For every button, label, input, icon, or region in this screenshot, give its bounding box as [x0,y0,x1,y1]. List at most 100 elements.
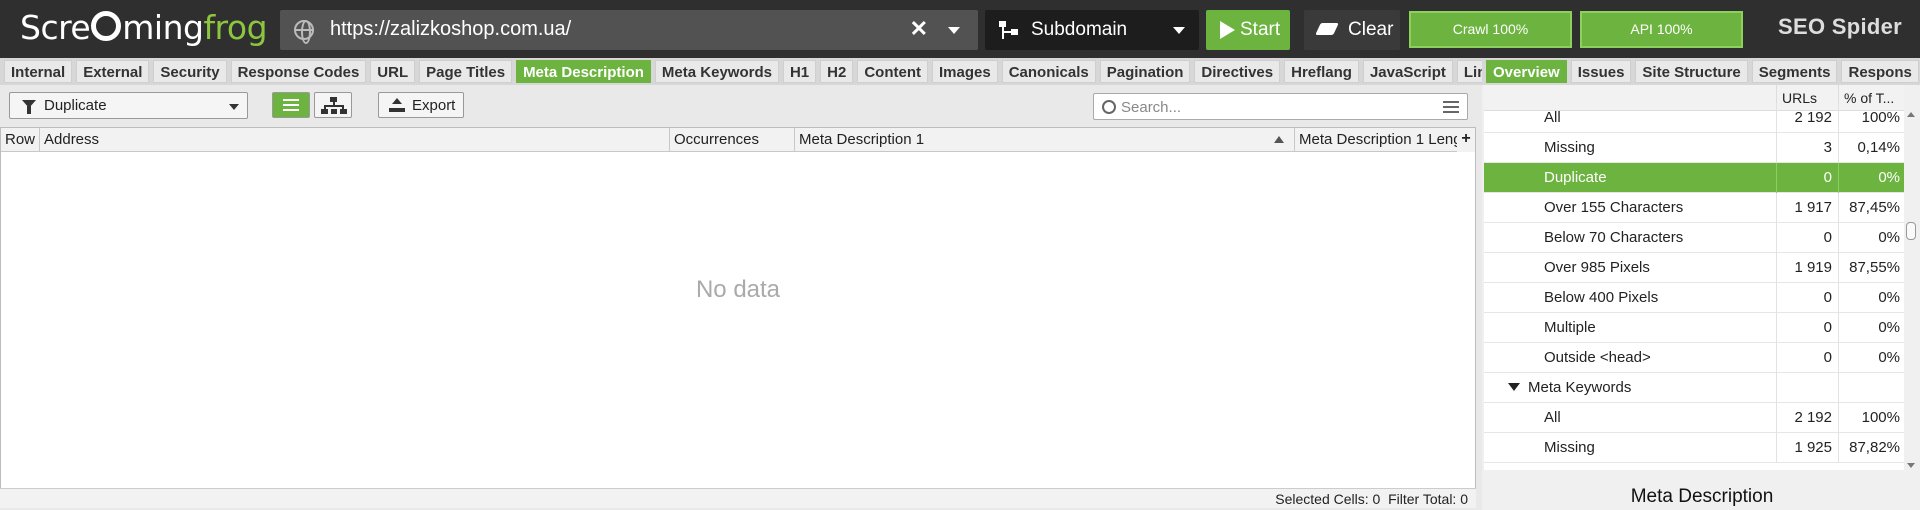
filter-dropdown[interactable]: Duplicate [9,92,248,119]
tab-h2[interactable]: H2 [820,60,854,83]
overview-row[interactable]: Below 400 Pixels 0 0% [1484,283,1904,313]
logo-text: Scre [20,8,91,47]
column-header-address[interactable]: Address [40,128,670,152]
overview-row-label: Over 155 Characters [1544,193,1683,223]
brand-label: SEO Spider [1778,14,1903,39]
overview-row-urls: 1 925 [1776,433,1838,463]
tab-security[interactable]: Security [153,60,227,83]
overview-group-row[interactable]: Meta Keywords [1484,373,1904,403]
clear-url-icon[interactable]: ✕ [910,16,928,42]
export-label: Export [412,97,456,114]
start-button[interactable]: Start [1206,10,1290,50]
crawl-mode-label: Subdomain [1031,19,1128,40]
tab-javascript[interactable]: JavaScript [1362,60,1453,83]
overview-row-percent: 87,82% [1838,433,1904,463]
overview-row-urls: 3 [1776,133,1838,163]
column-header-meta-description[interactable]: Meta Description 1 [795,128,1295,152]
overview-row-percent: 0,14% [1838,133,1904,163]
app-logo: Scre mingfrog [20,8,268,48]
add-column-button[interactable]: + [1457,128,1475,152]
tab-pagination[interactable]: Pagination [1099,60,1191,83]
globe-icon [294,20,314,44]
overview-row[interactable]: Multiple 0 0% [1484,313,1904,343]
tab-h1[interactable]: H1 [782,60,817,83]
overview-row-label: Duplicate [1544,163,1607,193]
right-tab-site-structure[interactable]: Site Structure [1635,60,1748,83]
overview-row-label: All [1544,103,1561,133]
overview-row-label: Missing [1544,433,1595,463]
upload-icon [389,98,405,112]
filter-icon [22,100,36,114]
overview-row-text: Below 70 Characters [1544,229,1684,246]
search-input[interactable]: Search... [1093,93,1468,120]
tab-hreflang[interactable]: Hreflang [1284,60,1359,83]
main-tab-bar: Internal External Security Response Codes UR… [0,58,1482,85]
tab-content[interactable]: Content [857,60,928,83]
column-header-meta-description-length[interactable]: Meta Description 1 Leng [1295,128,1457,152]
overview-row-text: Missing [1544,439,1595,456]
tab-internal[interactable]: Internal [4,60,73,83]
tab-directives[interactable]: Directives [1194,60,1281,83]
tab-meta-description[interactable]: Meta Description [516,60,651,83]
tab-canonicals[interactable]: Canonicals [1001,60,1096,83]
overview-row-percent: 0% [1838,343,1904,373]
tab-response-codes[interactable]: Response Codes [230,60,367,83]
expand-triangle-icon[interactable] [1508,383,1520,391]
overview-row-text: Meta Keywords [1528,379,1632,396]
export-button[interactable]: Export [378,92,464,118]
tab-external[interactable]: External [76,60,150,83]
overview-row-label: Outside <head> [1544,343,1651,373]
overview-row-percent: 0% [1838,283,1904,313]
list-view-button[interactable] [272,92,310,118]
clear-button[interactable]: Clear [1304,10,1400,50]
right-tab-issues[interactable]: Issues [1570,60,1632,83]
overview-row-urls: 1 917 [1776,193,1838,223]
logo-text-frog: frog [203,8,268,47]
overview-row-text: Over 155 Characters [1544,199,1684,216]
tab-url[interactable]: URL [370,60,416,83]
overview-scrollbar[interactable] [1904,110,1918,470]
crawl-progress-bar: Crawl 100% [1409,11,1572,48]
tab-images[interactable]: Images [932,60,998,83]
crawl-mode-select[interactable]: Subdomain [985,10,1199,50]
search-placeholder: Search... [1121,99,1182,116]
overview-row-urls: 0 [1776,313,1838,343]
overview-row[interactable]: Over 985 Pixels 1 919 87,55% [1484,253,1904,283]
scroll-down-icon[interactable] [1907,463,1915,468]
right-tab-overview[interactable]: Overview [1486,60,1567,83]
tab-page-titles[interactable]: Page Titles [419,60,513,83]
chevron-down-icon [1173,27,1185,34]
tab-meta-keywords[interactable]: Meta Keywords [654,60,779,83]
overview-row[interactable]: Duplicate 0 0% [1484,163,1904,193]
overview-row[interactable]: Missing 1 925 87,82% [1484,433,1904,463]
overview-row-text: All [1544,109,1561,126]
scroll-thumb[interactable] [1906,222,1916,240]
filter-total-count: Filter Total: 0 [1388,491,1468,507]
overview-row[interactable]: Missing 3 0,14% [1484,133,1904,163]
overview-row-urls: 2 192 [1776,403,1838,433]
url-history-dropdown-icon[interactable] [948,27,960,34]
search-icon [1102,100,1116,114]
tab-links[interactable]: Links [1456,60,1482,83]
url-value[interactable]: https://zalizkoshop.com.ua/ [330,18,571,41]
right-tab-segments[interactable]: Segments [1751,60,1838,83]
logo-text-middle: ming [122,8,204,47]
overview-row-text: Missing [1544,139,1595,156]
overview-row[interactable]: Over 155 Characters 1 917 87,45% [1484,193,1904,223]
overview-row[interactable]: Below 70 Characters 0 0% [1484,223,1904,253]
scroll-up-icon[interactable] [1907,112,1915,117]
overview-row[interactable]: Outside <head> 0 0% [1484,343,1904,373]
column-header-row[interactable]: Row [1,128,40,152]
url-input[interactable]: https://zalizkoshop.com.ua/ ✕ [280,10,978,50]
right-panel-tab-bar: Overview Issues Site Structure Segments Resp… [1482,58,1920,85]
tree-view-button[interactable] [314,92,352,118]
results-table: Row Address Occurrences Meta Description… [0,127,1476,490]
overview-row-percent: 100% [1838,103,1904,133]
play-icon [1220,21,1235,39]
overview-row[interactable]: All 2 192 100% [1484,103,1904,133]
right-tab-respons[interactable]: Respons [1841,60,1919,83]
overview-row[interactable]: All 2 192 100% [1484,403,1904,433]
column-header-occurrences[interactable]: Occurrences [670,128,795,152]
selected-cells-count: Selected Cells: 0 [1275,491,1381,507]
search-options-icon[interactable] [1443,101,1459,113]
